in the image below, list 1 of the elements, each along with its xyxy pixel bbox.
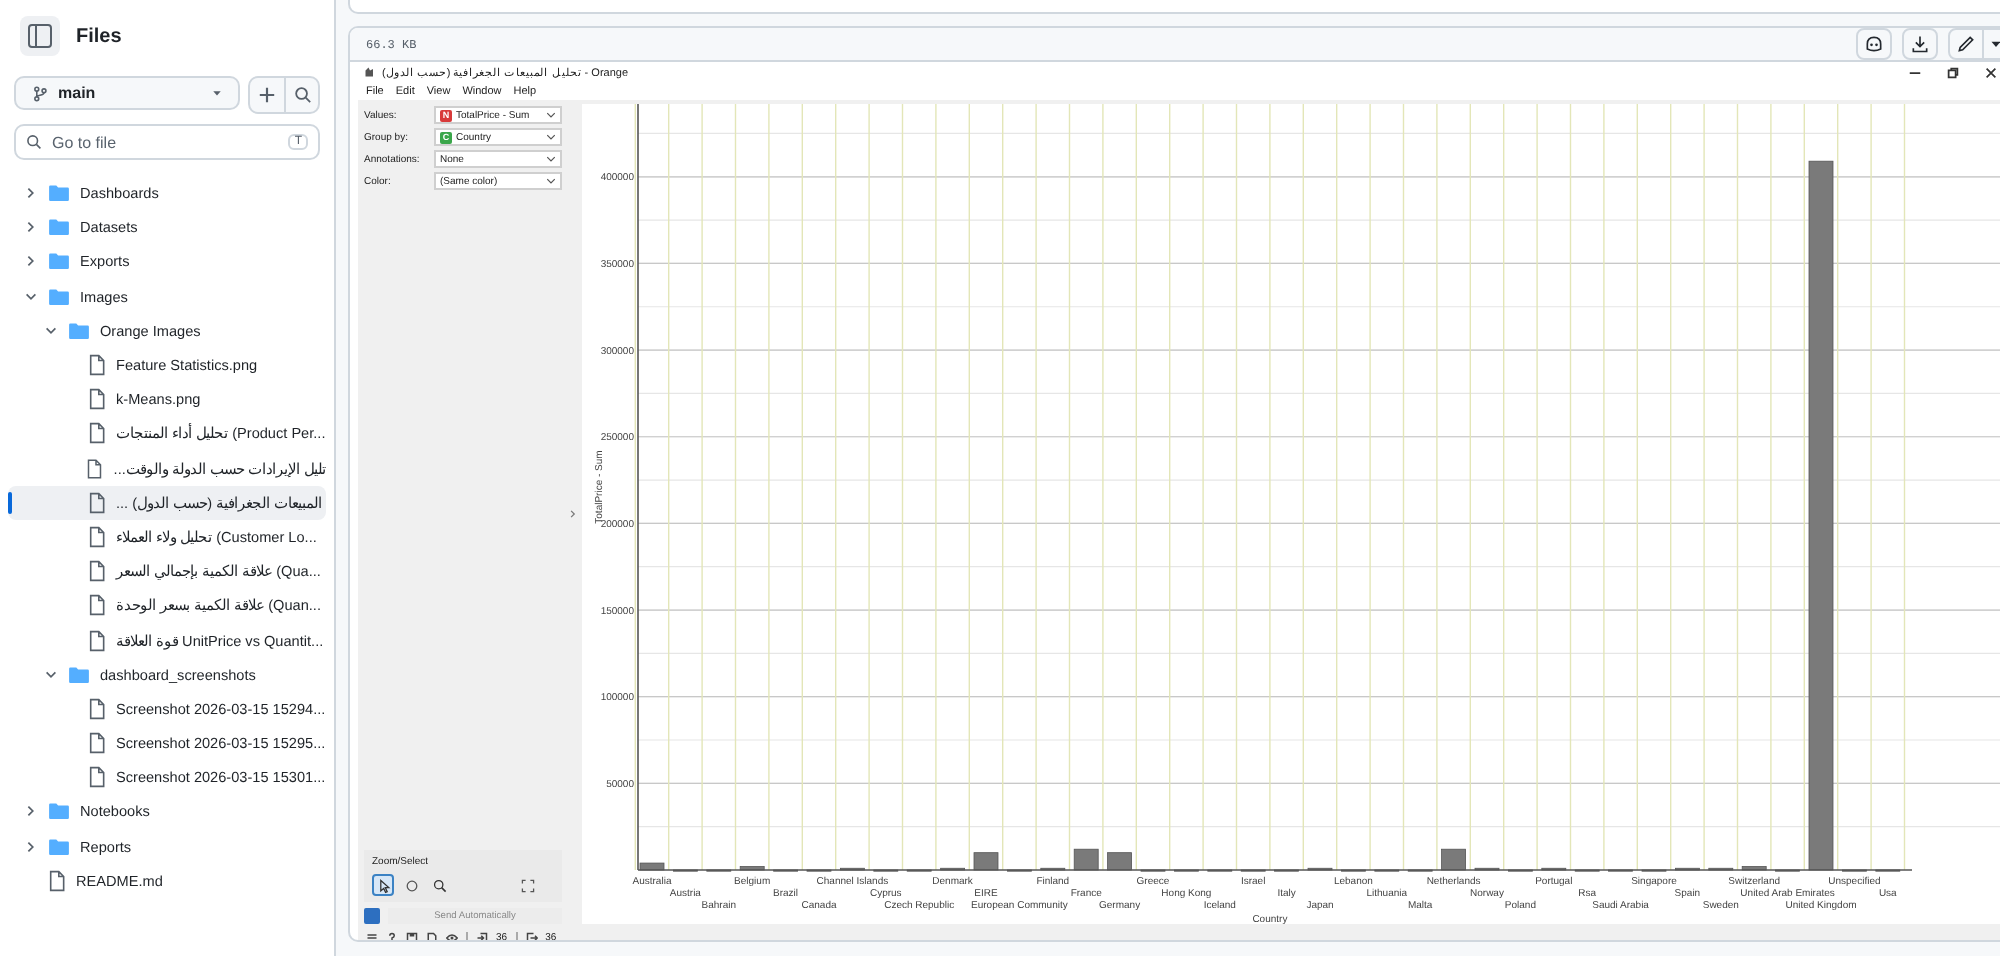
sidebar-title: Files: [76, 25, 122, 47]
